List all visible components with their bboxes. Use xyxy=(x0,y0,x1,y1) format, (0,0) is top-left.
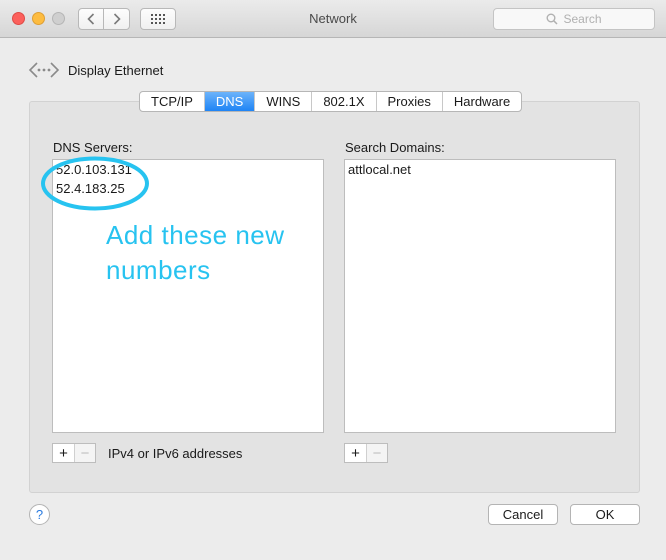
dns-servers-label: DNS Servers: xyxy=(53,140,133,155)
add-search-domain-button[interactable]: + xyxy=(345,444,366,462)
tab-proxies[interactable]: Proxies xyxy=(377,92,443,111)
ethernet-icon xyxy=(28,62,60,78)
annotation-text: Add these new numbers xyxy=(106,218,285,288)
cancel-button[interactable]: Cancel xyxy=(488,504,558,525)
add-dns-server-button[interactable]: + xyxy=(53,444,74,462)
annotation-line-2: numbers xyxy=(106,255,211,285)
tab-tcpip[interactable]: TCP/IP xyxy=(140,92,205,111)
search-placeholder: Search xyxy=(563,12,602,26)
help-button[interactable]: ? xyxy=(29,504,50,525)
remove-search-domain-button[interactable]: − xyxy=(366,444,387,462)
annotation-line-1: Add these new xyxy=(106,220,285,250)
search-icon xyxy=(546,13,559,25)
tab-wins[interactable]: WINS xyxy=(255,92,313,111)
tab-bar: TCP/IP DNS WINS 802.1X Proxies Hardware xyxy=(139,91,523,112)
service-name: Display Ethernet xyxy=(68,62,164,78)
dns-hint: IPv4 or IPv6 addresses xyxy=(108,446,243,461)
domain-add-remove-control: + − xyxy=(344,443,388,463)
search-domain-row[interactable]: attlocal.net xyxy=(345,160,615,179)
dns-add-remove-control: + − xyxy=(52,443,96,463)
title-bar: Network Search xyxy=(0,0,666,38)
annotation-circle xyxy=(41,156,149,211)
search-input[interactable]: Search xyxy=(493,8,655,30)
search-domains-label: Search Domains: xyxy=(345,140,445,155)
ok-button[interactable]: OK xyxy=(570,504,640,525)
tab-dns[interactable]: DNS xyxy=(204,92,256,111)
tab-hardware[interactable]: Hardware xyxy=(443,92,521,111)
remove-dns-server-button[interactable]: − xyxy=(74,444,95,462)
tab-8021x[interactable]: 802.1X xyxy=(312,92,377,111)
service-header: Display Ethernet xyxy=(28,59,163,81)
search-domains-list[interactable]: attlocal.net xyxy=(344,159,616,433)
